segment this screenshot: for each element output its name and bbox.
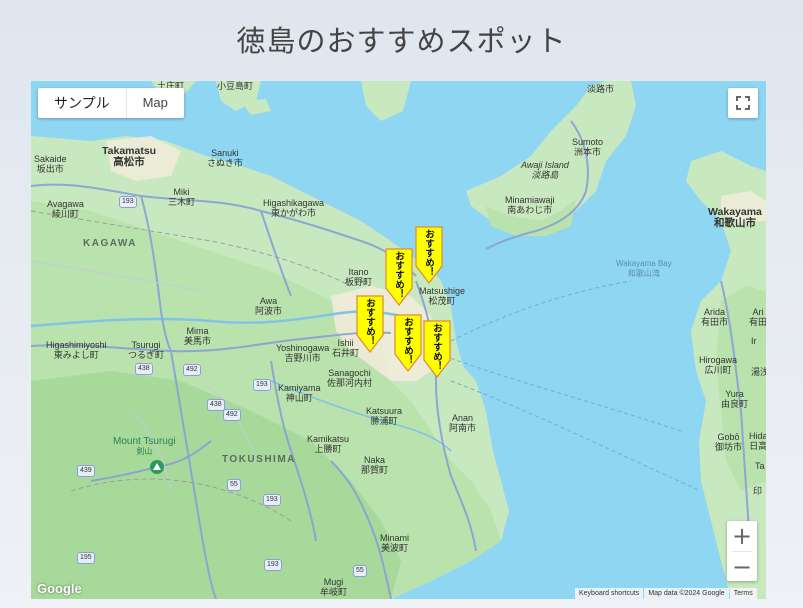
map-view[interactable]: 193 438 492 438 492 193 193 439 55 193 5… <box>31 81 766 599</box>
label-hida-edge: Hida 日高 <box>749 431 766 451</box>
label-ina-edge: 印 <box>753 486 763 496</box>
label-awaji-city: 淡路市 <box>587 84 615 94</box>
map-data-text: Map data ©2024 Google <box>644 588 729 599</box>
label-sumoto: Sumoto 洲本市 <box>572 137 604 157</box>
route-shield: 193 <box>119 196 137 208</box>
fullscreen-button[interactable] <box>728 88 758 118</box>
label-mugi: Mugi 牟岐町 <box>320 577 348 597</box>
label-mount-tsurugi: Mount Tsurugi 剣山 <box>113 436 176 457</box>
map-attribution: Keyboard shortcuts Map data ©2024 Google… <box>574 588 757 599</box>
route-shield: 193 <box>253 379 271 391</box>
terms-link[interactable]: Terms <box>729 588 757 599</box>
marker-label: おすすめ！ <box>393 251 404 299</box>
label-mima: Mima 美馬市 <box>184 326 212 346</box>
label-naka: Naka 那賀町 <box>361 455 389 475</box>
label-yoshinogawa: Yoshinogawa 吉野川市 <box>276 343 330 363</box>
zoom-in-button[interactable]: + <box>727 521 757 551</box>
label-ishii: Ishii 石井町 <box>332 338 360 358</box>
label-awa: Awa 阿波市 <box>255 296 283 316</box>
label-tokushima: TOKUSHIMA <box>222 454 296 465</box>
label-yuasa-edge: 湯浅 <box>751 367 766 377</box>
label-awaji-island: Awaji Island 淡路島 <box>521 160 569 180</box>
label-katsuura: Katsuura 勝浦町 <box>366 406 403 426</box>
recommend-marker[interactable]: おすすめ！ <box>394 314 422 372</box>
label-matsushige: Matsushige 松茂町 <box>419 286 466 306</box>
label-takamatsu: Takamatsu 高松市 <box>102 145 157 168</box>
label-wakayama: Wakayama 和歌山市 <box>708 206 762 229</box>
recommend-marker[interactable]: おすすめ！ <box>356 295 384 353</box>
route-shield: 193 <box>263 494 281 506</box>
label-sanagochi: Sanagochi 佐那河内村 <box>327 368 373 388</box>
label-kagawa: KAGAWA <box>83 238 137 249</box>
route-shield: 439 <box>77 465 95 477</box>
recommend-marker[interactable]: おすすめ！ <box>423 320 451 378</box>
label-hirogawa: Hirogawa 広川町 <box>699 355 738 375</box>
label-wakayama-bay: Wakayama Bay 和歌山湾 <box>616 259 672 278</box>
label-kamiyama: Kamiyama 神山町 <box>278 383 321 403</box>
zoom-out-button[interactable]: − <box>727 552 757 582</box>
keyboard-shortcuts-link[interactable]: Keyboard shortcuts <box>575 588 644 599</box>
route-shield: 195 <box>77 552 95 564</box>
label-sanuki: Sanuki さぬき市 <box>207 148 243 168</box>
label-higashimiyoshi: Higashimiyoshi 東みよし町 <box>46 340 107 360</box>
marker-label: おすすめ！ <box>402 317 413 365</box>
label-minamiawaji: Minamiawaji 南あわじ市 <box>505 195 555 215</box>
route-shield: 55 <box>353 565 367 577</box>
label-gobo: Gobō 御坊市 <box>715 432 743 452</box>
label-avagawa: Avagawa 綾川町 <box>47 199 84 219</box>
marker-label: おすすめ！ <box>423 229 434 277</box>
route-shield: 193 <box>264 559 282 571</box>
route-shield: 55 <box>227 479 241 491</box>
map-type-control: サンプル Map <box>38 88 184 118</box>
route-shield: 492 <box>223 409 241 421</box>
route-shield: 438 <box>135 363 153 375</box>
fullscreen-icon <box>736 96 750 110</box>
label-minami: Minami 美波町 <box>380 533 410 553</box>
label-tsurugi: Tsurugi つるぎ町 <box>128 340 165 360</box>
label-itano: Itano 板野町 <box>345 267 373 287</box>
label-kamikatsu: Kamikatsu 上勝町 <box>307 434 350 454</box>
marker-label: おすすめ！ <box>431 323 442 371</box>
marker-label: おすすめ！ <box>364 298 375 346</box>
route-shield: 492 <box>183 364 201 376</box>
label-ari-edge: Ari 有田 <box>749 307 766 327</box>
zoom-control: + − <box>727 521 757 581</box>
label-i-edge: Ir <box>751 336 757 346</box>
recommend-marker[interactable]: おすすめ！ <box>385 248 413 306</box>
label-sakaide: Sakaide 坂出市 <box>34 154 67 174</box>
label-miki: Miki 三木町 <box>168 187 196 207</box>
route-shield: 438 <box>207 399 225 411</box>
label-shodoshima: 小豆島町 <box>217 81 254 91</box>
label-ta-edge: Ta <box>755 461 765 471</box>
label-anan: Anan 阿南市 <box>449 413 477 433</box>
map-type-sample-button[interactable]: サンプル <box>38 88 126 118</box>
google-logo[interactable]: Google <box>37 581 82 596</box>
map-type-map-button[interactable]: Map <box>125 88 184 118</box>
recommend-marker[interactable]: おすすめ！ <box>415 226 443 284</box>
label-yura: Yura 由良町 <box>721 389 749 409</box>
label-higashikagawa: Higashikagawa 東かがわ市 <box>263 198 325 218</box>
label-arida: Arida 有田市 <box>701 307 729 327</box>
page-title: 徳島のおすすめスポット <box>236 24 567 58</box>
